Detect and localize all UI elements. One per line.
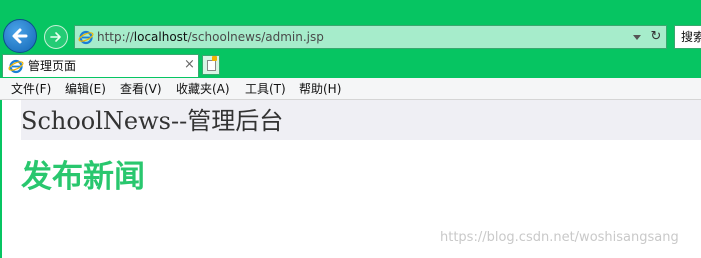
browser-chrome: http://localhost/schoolnews/admin.jsp ↻ …	[0, 0, 701, 78]
forward-button[interactable]	[44, 25, 68, 49]
menu-favorites[interactable]: 收藏夹(A)	[176, 82, 230, 96]
back-arrow-icon	[12, 28, 28, 44]
menu-view[interactable]: 查看(V)	[120, 82, 162, 96]
watermark: https://blog.csdn.net/woshisangsang	[440, 230, 679, 245]
url-prefix: http://	[97, 30, 134, 44]
address-url[interactable]: http://localhost/schoolnews/admin.jsp	[97, 30, 324, 44]
tab-admin-page[interactable]: 管理页面 ×	[2, 54, 199, 77]
menu-help[interactable]: 帮助(H)	[299, 82, 341, 96]
close-icon[interactable]: ×	[184, 58, 195, 72]
new-tab-icon-badge	[212, 56, 217, 61]
new-tab-icon	[207, 60, 216, 71]
search-input[interactable]: 搜索	[674, 25, 701, 49]
ie-icon	[78, 30, 94, 45]
forward-arrow-icon	[50, 32, 61, 42]
page-content: SchoolNews--管理后台 发布新闻 https://blog.csdn.…	[0, 100, 701, 258]
address-bar[interactable]: http://localhost/schoolnews/admin.jsp ↻	[74, 25, 667, 49]
menu-tools[interactable]: 工具(T)	[245, 82, 286, 96]
page-title: SchoolNews--管理后台	[21, 107, 284, 135]
dropdown-icon[interactable]	[633, 35, 641, 40]
window-left-border	[0, 100, 2, 258]
menu-bar: 文件(F) 编辑(E) 查看(V) 收藏夹(A) 工具(T) 帮助(H)	[0, 78, 701, 100]
new-tab-button[interactable]	[202, 55, 220, 75]
menu-file[interactable]: 文件(F)	[11, 82, 51, 96]
admin-header: SchoolNews--管理后台	[21, 100, 701, 140]
url-host: localhost	[133, 30, 188, 44]
back-button[interactable]	[3, 19, 37, 53]
url-path: /schoolnews/admin.jsp	[187, 30, 324, 44]
ie-icon	[8, 59, 24, 74]
menu-edit[interactable]: 编辑(E)	[65, 82, 106, 96]
refresh-icon[interactable]: ↻	[649, 29, 663, 45]
tab-title: 管理页面	[28, 59, 77, 73]
publish-news-heading: 发布新闻	[21, 159, 145, 195]
